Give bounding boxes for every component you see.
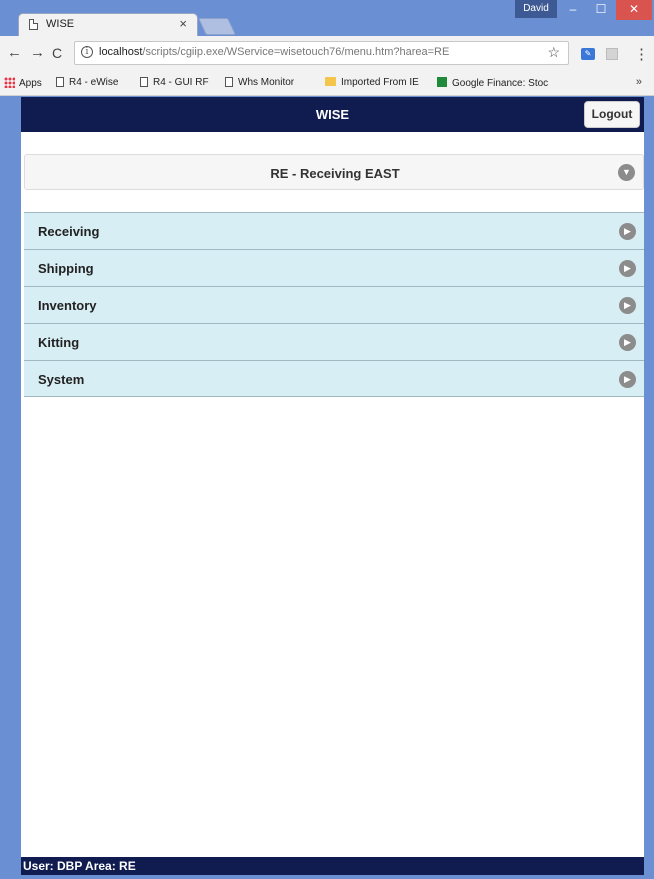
bookmark-google-finance[interactable]: Google Finance: Stoc <box>437 77 548 89</box>
url-text[interactable]: localhost/scripts/cgiip.exe/WService=wis… <box>99 46 449 58</box>
bookmark-label: Apps <box>19 78 42 89</box>
menu-item-receiving[interactable]: Receiving ▶ <box>24 212 644 249</box>
address-bar[interactable]: i localhost/scripts/cgiip.exe/WService=w… <box>74 41 569 65</box>
profile-button[interactable]: David <box>515 0 557 18</box>
browser-toolbar: ← → C i localhost/scripts/cgiip.exe/WSer… <box>0 36 654 70</box>
url-host: localhost <box>99 46 143 58</box>
main-menu: Receiving ▶ Shipping ▶ Inventory ▶ Kitti… <box>24 212 644 397</box>
menu-item-label: Shipping <box>38 261 94 276</box>
bookmark-label: Imported From IE <box>341 77 419 88</box>
chevron-right-icon: ▶ <box>619 260 636 277</box>
bookmark-label: R4 - eWise <box>69 77 119 88</box>
chevron-right-icon: ▶ <box>619 334 636 351</box>
logout-button[interactable]: Logout <box>584 101 640 128</box>
bookmark-label: Whs Monitor <box>238 77 295 88</box>
bookmark-whs-monitor[interactable]: Whs Monitor <box>225 77 294 88</box>
area-label: RE - Receiving EAST <box>270 166 400 181</box>
google-finance-icon <box>437 77 447 87</box>
page-icon <box>140 77 148 87</box>
chevron-down-icon[interactable]: ▼ <box>618 164 635 181</box>
tab-strip: WISE × David – ☐ ✕ <box>0 0 654 36</box>
maximize-button[interactable]: ☐ <box>588 0 614 20</box>
reload-button[interactable]: C <box>52 45 62 61</box>
extension-icon-2[interactable] <box>606 48 618 60</box>
bookmarks-bar: Apps R4 - eWise R4 - GUI RF Whs Monitor … <box>0 70 654 96</box>
menu-item-label: Receiving <box>38 224 100 239</box>
menu-item-label: System <box>38 372 85 387</box>
browser-tab[interactable]: WISE × <box>18 13 198 36</box>
folder-icon <box>325 77 336 86</box>
tab-title: WISE <box>46 18 75 30</box>
info-icon[interactable]: i <box>81 46 93 58</box>
menu-item-label: Kitting <box>38 335 80 350</box>
bookmark-r4-gui-rf[interactable]: R4 - GUI RF <box>140 77 209 88</box>
status-bar: User: DBP Area: RE <box>21 857 644 875</box>
bookmark-label: Google Finance: Stoc <box>452 78 549 89</box>
new-tab-button[interactable] <box>198 18 236 35</box>
bookmarks-overflow-icon[interactable]: » <box>636 76 642 88</box>
browser-menu-icon[interactable]: ⋮ <box>634 45 649 63</box>
menu-item-inventory[interactable]: Inventory ▶ <box>24 286 644 323</box>
apps-icon <box>4 77 15 88</box>
menu-item-shipping[interactable]: Shipping ▶ <box>24 249 644 286</box>
menu-item-system[interactable]: System ▶ <box>24 360 644 397</box>
app-title: WISE <box>315 107 350 122</box>
minimize-button[interactable]: – <box>560 0 586 20</box>
area-selector[interactable]: RE - Receiving EAST ▼ <box>24 154 644 190</box>
chevron-right-icon: ▶ <box>619 297 636 314</box>
menu-item-label: Inventory <box>38 298 97 313</box>
close-window-button[interactable]: ✕ <box>616 0 652 20</box>
back-button[interactable]: ← <box>7 44 22 61</box>
url-path: /scripts/cgiip.exe/WService=wisetouch76/… <box>142 46 450 58</box>
app-header: WISE Logout <box>21 97 644 132</box>
page-icon <box>29 19 38 30</box>
page-viewport: WISE Logout RE - Receiving EAST ▼ Receiv… <box>21 97 644 875</box>
chevron-right-icon: ▶ <box>619 371 636 388</box>
bookmark-imported-from-ie[interactable]: Imported From IE <box>325 77 419 88</box>
tab-close-button[interactable]: × <box>179 16 187 31</box>
chevron-right-icon: ▶ <box>619 223 636 240</box>
browser-window: WISE × David – ☐ ✕ ← → C i localhost/scr… <box>0 0 654 879</box>
forward-button[interactable]: → <box>30 44 45 61</box>
bookmark-r4-ewise[interactable]: R4 - eWise <box>56 77 118 88</box>
page-icon <box>56 77 64 87</box>
menu-item-kitting[interactable]: Kitting ▶ <box>24 323 644 360</box>
page-icon <box>225 77 233 87</box>
extension-icon[interactable]: ✎ <box>581 48 595 60</box>
bookmark-label: R4 - GUI RF <box>153 77 209 88</box>
bookmark-star-icon[interactable]: ☆ <box>547 44 560 61</box>
bookmark-apps[interactable]: Apps <box>4 77 42 89</box>
